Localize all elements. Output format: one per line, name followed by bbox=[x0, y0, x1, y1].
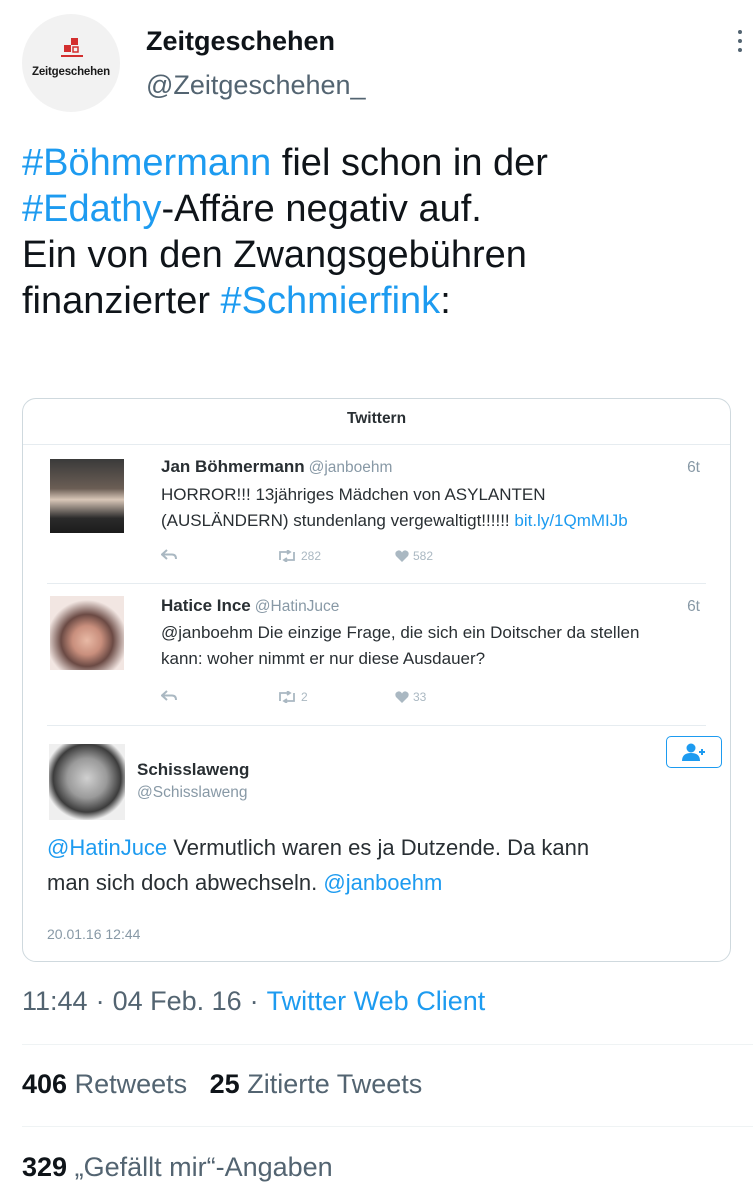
embedded-author: Hatice Ince @HatinJuce bbox=[161, 596, 340, 615]
text-segment: @janboehm Die einzige Frage, die sich ei… bbox=[161, 623, 640, 642]
text-segment: kann: woher nimmt er nur diese Ausdauer? bbox=[161, 649, 486, 668]
retweet-count: 2 bbox=[277, 690, 308, 704]
divider bbox=[22, 1044, 753, 1045]
heart-icon bbox=[395, 691, 409, 703]
retweet-icon bbox=[279, 691, 295, 703]
like-count: 33 bbox=[395, 690, 426, 704]
text-segment: man sich doch abwechseln. bbox=[47, 870, 324, 895]
embedded-time: 6t bbox=[687, 459, 700, 476]
avatar bbox=[49, 744, 125, 820]
tweet-time: 11:44 bbox=[22, 986, 88, 1016]
quotes-label[interactable]: Zitierte Tweets bbox=[247, 1069, 422, 1099]
like-count: 582 bbox=[395, 549, 433, 563]
retweets-count[interactable]: 406 bbox=[22, 1069, 67, 1099]
logo-icon bbox=[61, 38, 83, 57]
tweet-date[interactable]: 04 Feb. 16 bbox=[113, 986, 242, 1016]
avatar bbox=[50, 459, 124, 533]
embedded-actions: 2 33 bbox=[161, 690, 706, 710]
follow-button[interactable] bbox=[666, 736, 722, 768]
like-stats: 329 „Gefällt mir“-Angaben bbox=[22, 1152, 333, 1183]
text-segment: fiel schon in der bbox=[271, 142, 548, 184]
embed-header: Twittern bbox=[23, 399, 730, 445]
quote-date: 20.01.16 12:44 bbox=[47, 926, 141, 942]
quotes-count[interactable]: 25 bbox=[210, 1069, 240, 1099]
reply-icon bbox=[161, 690, 177, 702]
text-segment: HORROR!!! 13jähriges Mädchen von ASYLANT… bbox=[161, 485, 546, 504]
retweet-icon bbox=[279, 550, 295, 562]
author-avatar[interactable]: Zeitgeschehen bbox=[22, 14, 120, 112]
inline-link[interactable]: @HatinJuce bbox=[47, 835, 167, 860]
inline-link[interactable]: #Edathy bbox=[22, 188, 161, 230]
embedded-author: Jan Böhmermann @janboehm bbox=[161, 457, 393, 476]
embedded-screenshot[interactable]: Twittern Jan Böhmermann @janboehm 6t HORR… bbox=[22, 398, 731, 962]
embedded-tweet-text: HORROR!!! 13jähriges Mädchen von ASYLANT… bbox=[161, 482, 698, 534]
inline-link[interactable]: #Schmierfink bbox=[221, 280, 441, 322]
embedded-tweet: Hatice Ince @HatinJuce 6t @janboehm Die e… bbox=[47, 584, 706, 726]
likes-label[interactable]: „Gefällt mir“-Angaben bbox=[75, 1152, 333, 1182]
reply-icon bbox=[161, 549, 177, 561]
quote-author-name: Schisslaweng bbox=[137, 760, 250, 779]
inline-link[interactable]: bit.ly/1QmMIJb bbox=[514, 511, 627, 530]
quote-tweet-text: @HatinJuce Vermutlich waren es ja Dutzen… bbox=[47, 830, 710, 900]
retweets-label[interactable]: Retweets bbox=[75, 1069, 188, 1099]
tweet-client-link[interactable]: Twitter Web Client bbox=[267, 986, 486, 1016]
avatar bbox=[50, 596, 124, 670]
inline-link[interactable]: @janboehm bbox=[323, 870, 442, 895]
inline-link[interactable]: #Böhmermann bbox=[22, 142, 271, 184]
tweet-text: #Böhmermann fiel schon in der #Edathy-Aff… bbox=[22, 140, 737, 324]
text-segment: Vermutlich waren es ja Dutzende. Da kann bbox=[167, 835, 590, 860]
add-user-icon bbox=[682, 743, 705, 761]
text-segment: finanzierter bbox=[22, 280, 221, 322]
embedded-tweet-text: @janboehm Die einzige Frage, die sich ei… bbox=[161, 620, 698, 672]
embedded-tweet: Jan Böhmermann @janboehm 6t HORROR!!! 13j… bbox=[47, 445, 706, 584]
likes-count[interactable]: 329 bbox=[22, 1152, 67, 1182]
author-display-name[interactable]: Zeitgeschehen bbox=[146, 26, 335, 57]
embedded-quote-tweet: Schisslaweng @Schisslaweng @HatinJuce Ve… bbox=[23, 726, 730, 961]
tweet-meta: 11:44 · 04 Feb. 16 · Twitter Web Client bbox=[22, 986, 486, 1016]
author-handle[interactable]: @Zeitgeschehen_ bbox=[146, 70, 366, 101]
retweet-count: 282 bbox=[277, 549, 321, 563]
embedded-actions: 282 582 bbox=[161, 549, 706, 569]
text-segment: : bbox=[440, 280, 451, 322]
text-segment: (AUSLÄNDERN) stundenlang vergewaltigt!!!… bbox=[161, 511, 515, 530]
avatar-logo-text: Zeitgeschehen bbox=[32, 66, 110, 78]
quote-author-handle: @Schisslaweng bbox=[137, 784, 248, 801]
more-options-icon[interactable] bbox=[734, 30, 746, 58]
text-segment: -Affäre negativ auf. bbox=[161, 188, 482, 230]
divider bbox=[22, 1126, 753, 1127]
embedded-time: 6t bbox=[687, 598, 700, 615]
heart-icon bbox=[395, 550, 409, 562]
retweet-stats: 406 Retweets 25 Zitierte Tweets bbox=[22, 1069, 422, 1100]
text-segment: Ein von den Zwangsgebühren bbox=[22, 234, 527, 276]
